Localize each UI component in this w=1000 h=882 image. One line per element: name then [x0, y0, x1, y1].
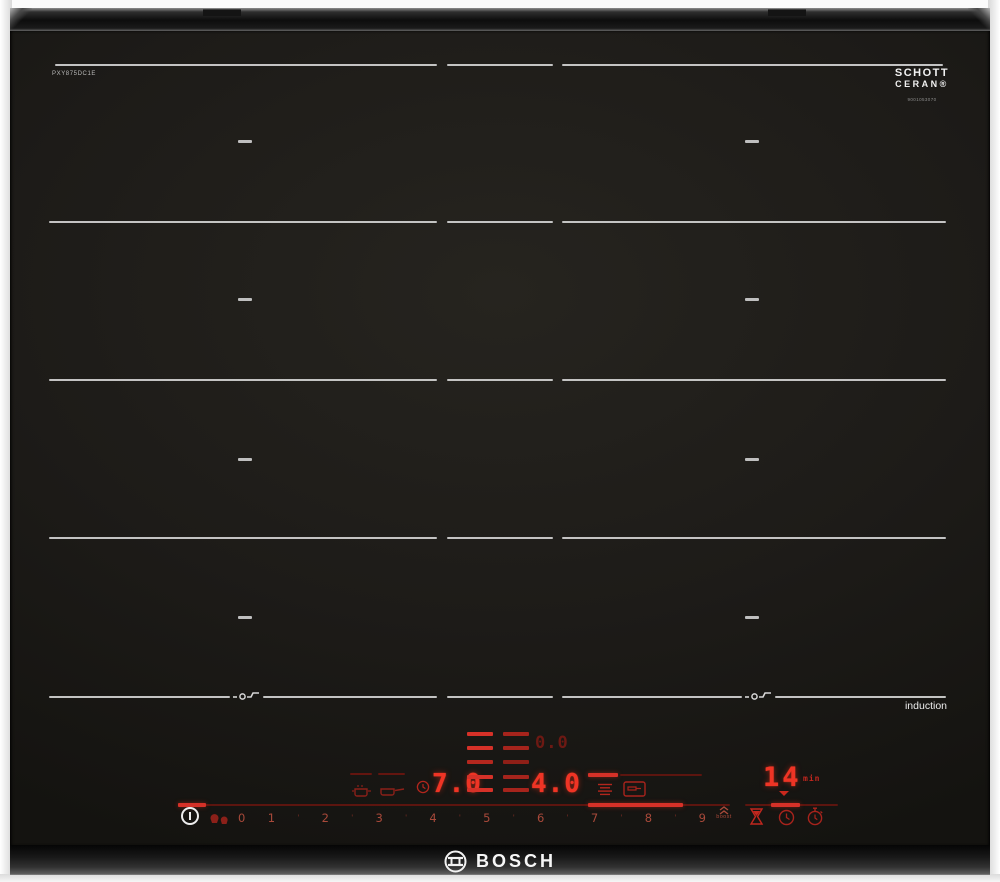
zone-center-mark: [238, 140, 252, 143]
zone-line: [447, 64, 553, 66]
slider-tick: ': [297, 813, 300, 823]
zone-center-mark: [238, 458, 252, 461]
ceramic-glass-surface: [10, 30, 990, 846]
bosch-wordmark: BOSCH: [475, 850, 556, 871]
slider-tick: ': [405, 813, 407, 823]
zone-center-mark: [745, 298, 759, 301]
zone-line: [55, 64, 437, 66]
bezel-corner-left: [10, 8, 32, 30]
slider-tick: ': [351, 813, 354, 823]
level-bar: [467, 760, 493, 764]
pan-marker-icon: [745, 692, 771, 700]
clock-timer-icon[interactable]: [778, 809, 795, 826]
child-lock-icon[interactable]: [209, 811, 230, 825]
zone-line: [49, 537, 437, 539]
sensor-indicator-line: [350, 773, 372, 775]
timer-down-arrow-icon[interactable]: [779, 791, 789, 796]
sensor-indicator-line: [378, 773, 405, 775]
slider-number-6[interactable]: 6: [537, 811, 544, 825]
zone-line: [447, 221, 553, 223]
pot-steam-icon[interactable]: [351, 784, 373, 797]
timer-display: 14: [763, 762, 802, 793]
model-number: PXY875DC1E: [52, 71, 97, 77]
level-bar: [503, 732, 529, 736]
clock-icon[interactable]: [416, 780, 430, 794]
power-stick: [189, 812, 191, 820]
bosch-emblem-icon: [444, 850, 467, 872]
left-zone-power-display: 7.0: [432, 769, 482, 799]
level-list-icon[interactable]: [597, 783, 613, 796]
schott-text: SCHOTT: [894, 67, 950, 79]
schott-ceran-logo: SCHOTT CERAN®: [890, 67, 954, 90]
level-bar: [467, 788, 493, 792]
boost-button[interactable]: boost: [710, 806, 738, 820]
zone-select-indicator: [588, 773, 618, 777]
zone-select-track: [620, 774, 702, 776]
power-standby-icon[interactable]: [181, 807, 199, 825]
pan-frame-icon[interactable]: [623, 781, 646, 797]
timer-unit: min: [803, 774, 821, 783]
zone-center-mark: [745, 458, 759, 461]
zone-center-mark: [745, 140, 759, 143]
bosch-logo: BOSCH: [0, 848, 1000, 874]
slider-number-9[interactable]: 9: [699, 811, 706, 825]
power-level-slider[interactable]: 0 1 ' 2 ' 3 ' 4 ' 5 ' 6 ' 7 ' 8 ' 9: [238, 809, 706, 827]
frying-pan-icon[interactable]: [379, 786, 406, 797]
level-bar: [503, 788, 529, 792]
slider-number-3[interactable]: 3: [375, 811, 382, 825]
zone-line: [263, 696, 437, 698]
level-bar: [503, 760, 529, 764]
pan-marker-icon: [233, 692, 259, 700]
level-bar: [503, 746, 529, 750]
aux-zone-display: 0.0: [535, 733, 569, 753]
zone-center-mark: [238, 298, 252, 301]
zone-line: [562, 379, 946, 381]
mounting-bracket-right: [768, 9, 806, 16]
zone-line: [49, 696, 230, 698]
level-bar: [467, 775, 493, 779]
mounting-bracket-left: [203, 9, 241, 16]
zone-line: [562, 696, 742, 698]
cooktop-product-photo: PXY875DC1E SCHOTT CERAN® 9001053070 indu…: [0, 0, 1000, 882]
level-bar: [467, 746, 493, 750]
zone-line: [49, 221, 437, 223]
slider-number-0[interactable]: 0: [238, 811, 245, 825]
zone-line: [447, 537, 553, 539]
timer-slider-indicator: [771, 803, 800, 807]
zone-center-mark: [238, 616, 252, 619]
slider-tick: ': [620, 813, 623, 823]
level-bar: [467, 732, 493, 736]
zone-line: [562, 221, 946, 223]
power-slider-indicator: [588, 803, 683, 807]
boost-label: boost: [716, 814, 732, 820]
induction-label: induction: [904, 700, 947, 712]
slider-tick: ': [566, 813, 569, 823]
print-code: 9001053070: [907, 97, 937, 102]
zone-line: [562, 537, 946, 539]
slider-tick: ': [459, 813, 461, 823]
slider-number-2[interactable]: 2: [322, 811, 329, 825]
hourglass-icon[interactable]: [749, 808, 764, 826]
zone-line: [447, 379, 553, 381]
stopwatch-icon[interactable]: [806, 807, 824, 826]
zone-center-mark: [745, 616, 759, 619]
slider-number-5[interactable]: 5: [483, 811, 490, 825]
slider-number-1[interactable]: 1: [268, 811, 275, 825]
slider-number-8[interactable]: 8: [645, 811, 652, 825]
level-bar: [503, 775, 529, 779]
zone-line: [775, 696, 946, 698]
frame-edge-bottom: [0, 874, 1000, 882]
zone-line: [562, 64, 943, 66]
ceran-text: CERAN®: [895, 79, 949, 89]
bezel-corner-right: [968, 8, 990, 30]
zone-line: [447, 696, 553, 698]
slider-number-7[interactable]: 7: [591, 811, 598, 825]
zone-line: [49, 379, 437, 381]
slider-tick: ': [674, 813, 677, 823]
right-zone-power-display: 4.0: [531, 769, 581, 799]
top-bezel: [10, 8, 990, 30]
slider-number-4[interactable]: 4: [429, 811, 436, 825]
slider-tick: ': [512, 813, 515, 823]
